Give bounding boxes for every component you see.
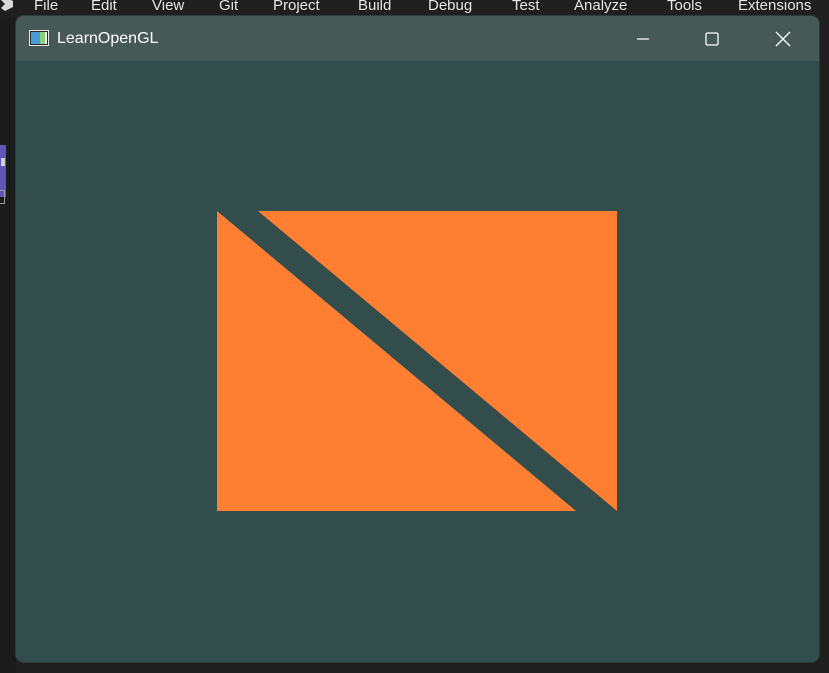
menu-item-extensions[interactable]: Extensions [738, 0, 811, 16]
opengl-render-surface [217, 211, 617, 511]
opengl-viewport [16, 61, 819, 662]
app-window-icon [29, 30, 49, 46]
menu-item-git[interactable]: Git [219, 0, 238, 16]
menu-item-file[interactable]: File [34, 0, 58, 16]
maximize-button[interactable] [688, 16, 736, 61]
menu-item-project[interactable]: Project [273, 0, 320, 16]
close-button[interactable] [759, 16, 807, 61]
window-title: LearnOpenGL [57, 30, 159, 47]
menu-item-analyze[interactable]: Analyze [574, 0, 627, 16]
ide-panel-edge [0, 190, 5, 204]
menu-item-view[interactable]: View [152, 0, 184, 16]
ide-menubar: File Edit View Git Project Build Debug T… [0, 0, 829, 16]
maximize-icon [705, 31, 719, 46]
visual-studio-logo-icon [0, 0, 16, 14]
menu-item-tools[interactable]: Tools [667, 0, 702, 16]
menu-item-edit[interactable]: Edit [91, 0, 117, 16]
close-icon [775, 31, 791, 47]
learnopengl-window: LearnOpenGL [16, 16, 819, 662]
minimize-icon [636, 32, 650, 46]
ide-left-strip [0, 18, 16, 673]
menu-item-test[interactable]: Test [512, 0, 540, 16]
menu-item-debug[interactable]: Debug [428, 0, 472, 16]
menu-item-build[interactable]: Build [358, 0, 391, 16]
minimize-button[interactable] [619, 16, 667, 61]
ide-tab-marker [1, 158, 5, 166]
window-titlebar[interactable]: LearnOpenGL [16, 16, 819, 61]
